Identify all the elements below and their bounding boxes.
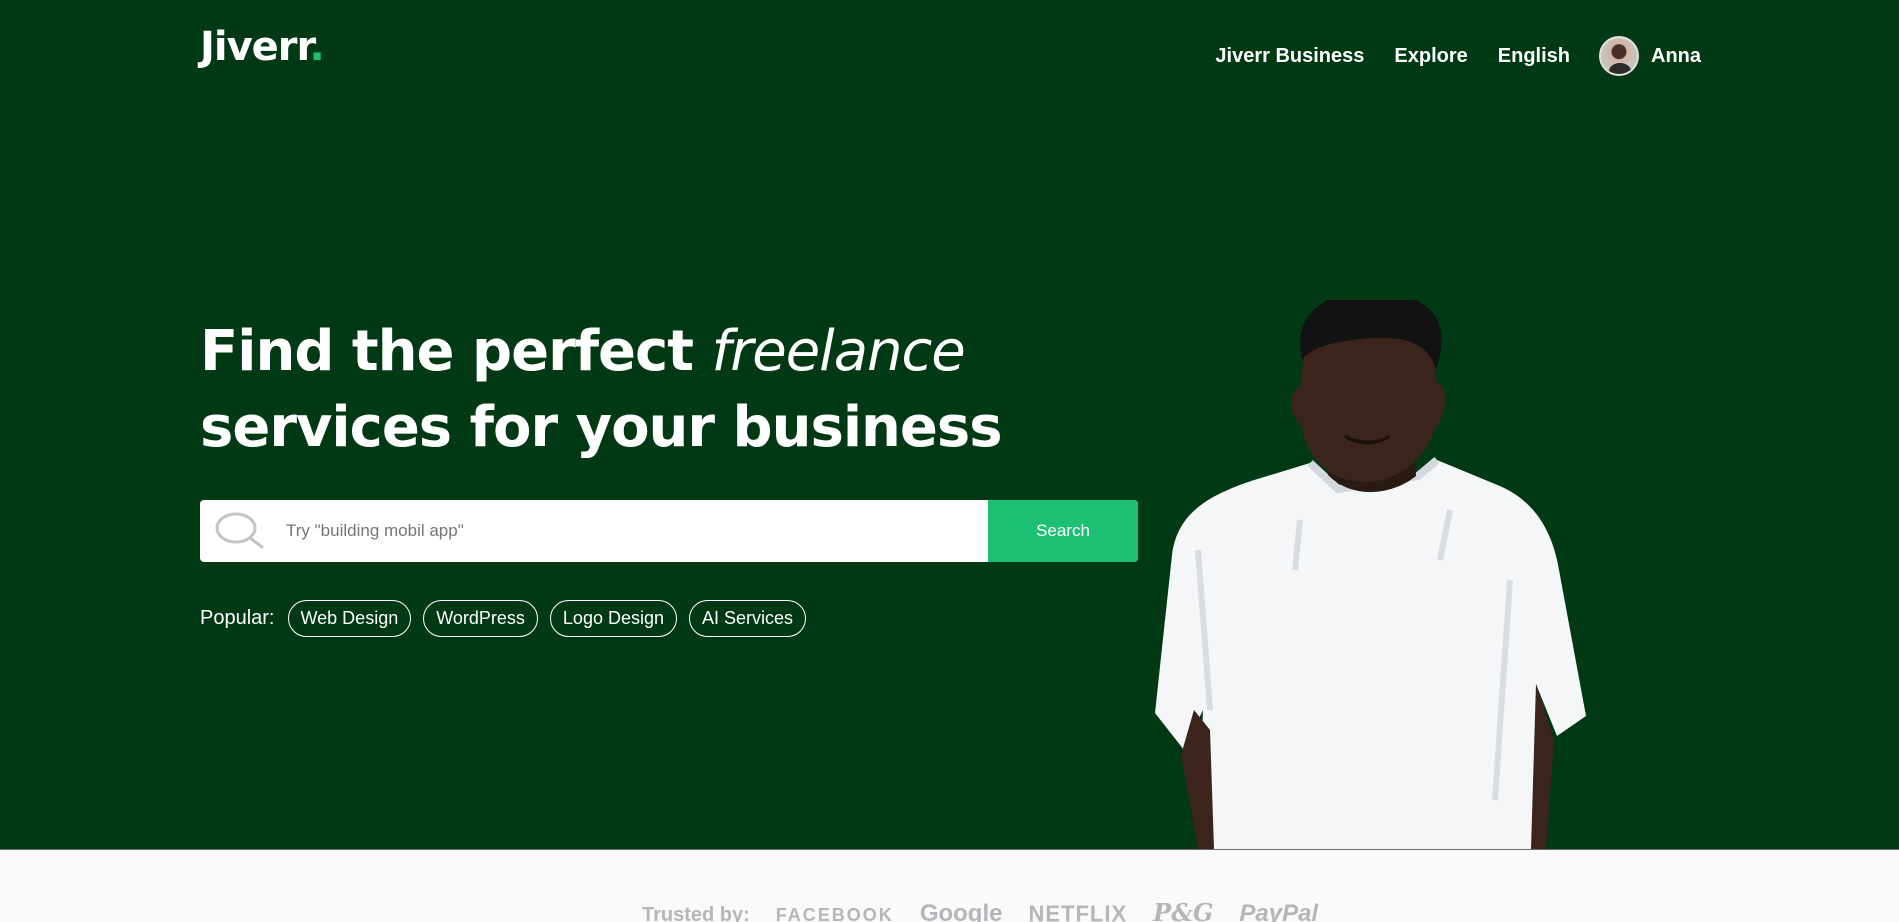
brand-logo-facebook: FACEBOOK <box>775 905 894 922</box>
search-button[interactable]: Search <box>988 500 1138 562</box>
popular-tag-web-design[interactable]: Web Design <box>287 600 412 637</box>
search-icon <box>200 500 282 562</box>
headline-part2: services for your business <box>200 395 1003 460</box>
popular-tag-wordpress[interactable]: WordPress <box>423 600 538 637</box>
hero-person-image <box>1155 300 1586 849</box>
logo[interactable]: Jiverr. <box>200 24 325 70</box>
trusted-brands: Trusted by: FACEBOOK Google NETFLIX P&G … <box>642 898 1318 922</box>
headline-part1: Find the perfect <box>200 319 712 384</box>
brand-logo-pg: P&G <box>1153 898 1214 922</box>
hero-headline: Find the perfect freelance services for … <box>200 314 1003 466</box>
avatar[interactable] <box>1599 36 1639 76</box>
nav-language-link[interactable]: English <box>1498 45 1570 68</box>
popular-label: Popular: <box>200 607 275 629</box>
popular-tags: Popular: Web Design WordPress Logo Desig… <box>200 600 807 637</box>
logo-dot: . <box>309 24 325 70</box>
nav-business-link[interactable]: Jiverr Business <box>1215 45 1364 68</box>
brand-logo-paypal: PayPal <box>1239 900 1319 922</box>
popular-tag-logo-design[interactable]: Logo Design <box>549 600 677 637</box>
brand-logo-netflix: NETFLIX <box>1028 900 1128 922</box>
popular-tag-ai-services[interactable]: AI Services <box>689 600 807 637</box>
top-nav: Jiverr Business Explore English Anna <box>1215 36 1701 76</box>
trusted-label: Trusted by: <box>642 904 750 922</box>
user-menu[interactable]: Anna <box>1599 36 1701 76</box>
nav-explore-link[interactable]: Explore <box>1394 45 1467 68</box>
user-name: Anna <box>1651 44 1701 67</box>
headline-emphasis: freelance <box>711 319 966 384</box>
hero-section: Jiverr. Jiverr Business Explore English … <box>0 0 1899 849</box>
brand-logo-google: Google <box>919 900 1003 922</box>
search-bar: Search <box>200 500 1138 562</box>
trusted-by-bar: Trusted by: FACEBOOK Google NETFLIX P&G … <box>0 849 1899 922</box>
logo-text: Jiverr <box>200 24 311 70</box>
search-input[interactable] <box>282 500 988 562</box>
